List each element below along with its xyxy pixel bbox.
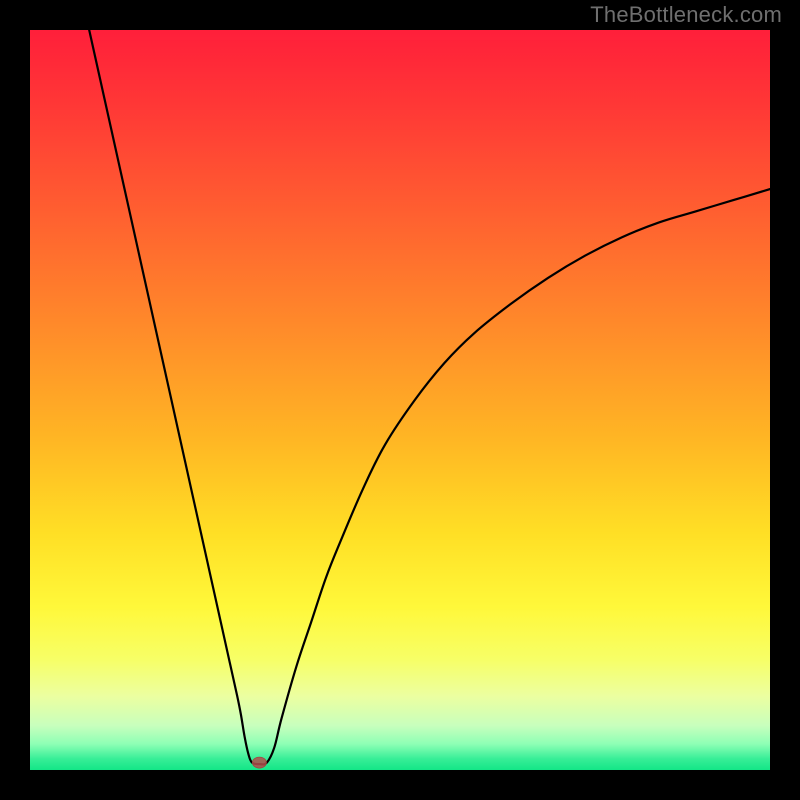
plot-area bbox=[30, 30, 770, 770]
bottleneck-chart bbox=[30, 30, 770, 770]
watermark-text: TheBottleneck.com bbox=[590, 2, 782, 28]
gradient-background bbox=[30, 30, 770, 770]
optimal-point-marker bbox=[252, 757, 266, 768]
chart-frame: TheBottleneck.com bbox=[0, 0, 800, 800]
